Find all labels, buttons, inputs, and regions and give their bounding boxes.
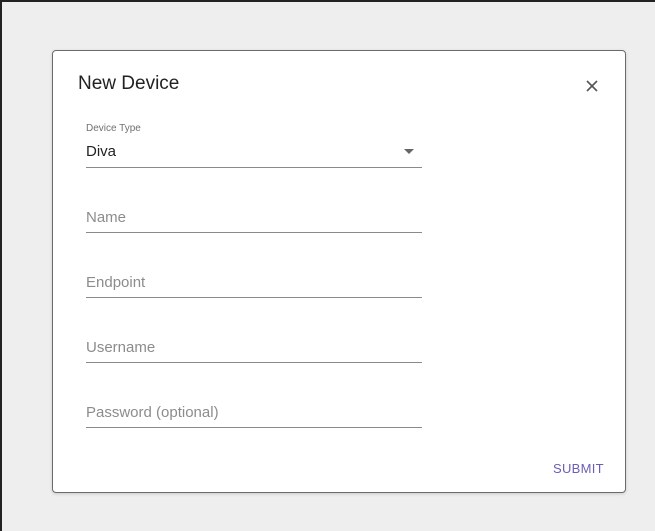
- name-placeholder: Name: [86, 209, 127, 226]
- username-input[interactable]: Username: [86, 339, 422, 363]
- close-icon: [586, 80, 598, 92]
- password-placeholder: Password (optional): [86, 404, 219, 421]
- username-placeholder: Username: [86, 339, 156, 356]
- submit-button[interactable]: SUBMIT: [553, 461, 604, 476]
- password-underline: [86, 427, 422, 428]
- endpoint-placeholder: Endpoint: [86, 274, 146, 291]
- close-button[interactable]: [579, 73, 605, 99]
- device-type-value: Diva: [86, 143, 117, 160]
- name-underline: [86, 232, 422, 233]
- dialog-title: New Device: [78, 73, 180, 94]
- device-type-underline: [86, 167, 422, 168]
- new-device-dialog: New Device Device Type Diva Name Endpoin…: [52, 50, 626, 493]
- device-type-label: Device Type: [86, 123, 141, 134]
- password-input[interactable]: Password (optional): [86, 404, 422, 428]
- dropdown-arrow-icon: [404, 149, 414, 154]
- username-underline: [86, 362, 422, 363]
- device-type-select[interactable]: Device Type Diva: [86, 123, 422, 169]
- endpoint-underline: [86, 297, 422, 298]
- endpoint-input[interactable]: Endpoint: [86, 274, 422, 298]
- name-input[interactable]: Name: [86, 209, 422, 233]
